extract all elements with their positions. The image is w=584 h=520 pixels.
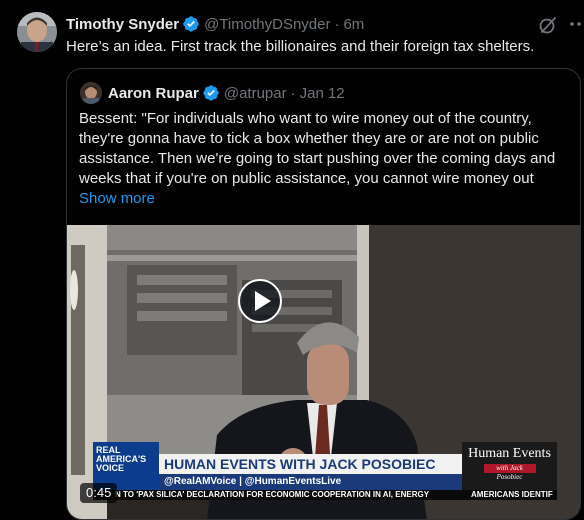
quoted-author-name[interactable]: Aaron Rupar bbox=[108, 85, 199, 102]
quoted-text-line: assistance. Then we're going to start pu… bbox=[79, 150, 556, 167]
chyron-ticker: N TO 'PAX SILICA' DECLARATION FOR ECONOM… bbox=[93, 490, 557, 500]
ticker-right-text: AMERICANS IDENTIF bbox=[471, 490, 553, 499]
chyron-brand-name: Human Events bbox=[468, 446, 551, 461]
author-avatar[interactable] bbox=[17, 12, 57, 52]
separator: · bbox=[334, 15, 340, 33]
grok-icon[interactable] bbox=[538, 15, 558, 35]
author-name[interactable]: Timothy Snyder bbox=[66, 16, 179, 33]
play-icon[interactable] bbox=[238, 279, 282, 323]
quoted-text-line: they're gonna have to tick a box whether… bbox=[79, 130, 539, 147]
show-more-link[interactable]: Show more bbox=[79, 190, 155, 207]
video-chyron: REAL AMERICA'S VOICE HUMAN EVENTS WITH J… bbox=[93, 442, 557, 500]
post-time[interactable]: 6m bbox=[343, 16, 364, 33]
quoted-tweet-text: Bessent: "For individuals who want to wi… bbox=[79, 109, 574, 189]
chyron-handles: @RealAMVoice | @HumanEventsLive bbox=[159, 474, 462, 490]
verified-badge-icon bbox=[183, 16, 199, 32]
tweet[interactable]: Timothy Snyder @TimothyDSnyder · 6m Here… bbox=[0, 0, 584, 520]
verified-badge-icon bbox=[203, 85, 219, 101]
separator: · bbox=[290, 84, 296, 102]
more-options-icon[interactable] bbox=[564, 12, 584, 36]
tweet-text: Here’s an idea. First track the billiona… bbox=[66, 38, 535, 55]
quoted-text-line: weeks that if you're on public assistanc… bbox=[79, 170, 534, 187]
quoted-author-avatar[interactable] bbox=[80, 82, 102, 104]
ticker-text: N TO 'PAX SILICA' DECLARATION FOR ECONOM… bbox=[115, 490, 430, 499]
chyron-title: HUMAN EVENTS WITH JACK POSOBIEC bbox=[159, 454, 462, 474]
quoted-text-line: Bessent: "For individuals who want to wi… bbox=[79, 110, 532, 127]
author-handle[interactable]: @TimothyDSnyder bbox=[204, 16, 330, 33]
chyron-brand: Human Events with Jack Posobiec bbox=[462, 442, 557, 490]
chyron-brand-sub: with Jack Posobiec bbox=[483, 464, 536, 481]
quoted-author-handle[interactable]: @atrupar bbox=[224, 85, 287, 102]
quoted-post-time[interactable]: Jan 12 bbox=[300, 85, 345, 102]
video-duration: 0:45 bbox=[80, 483, 118, 503]
